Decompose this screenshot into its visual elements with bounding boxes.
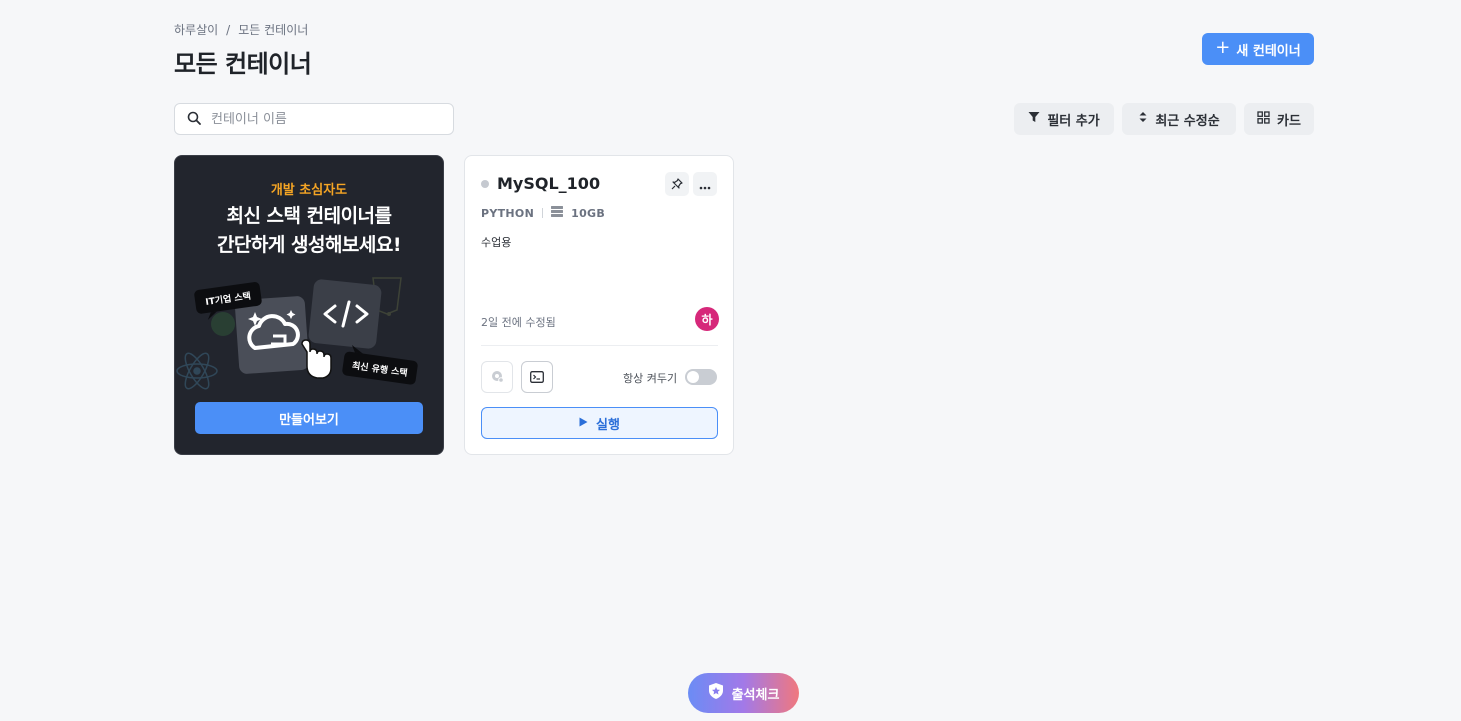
sort-icon xyxy=(1138,111,1148,127)
search-input[interactable] xyxy=(211,111,431,127)
filter-label: 필터 추가 xyxy=(1047,113,1100,129)
filter-icon xyxy=(1028,111,1040,127)
container-card[interactable]: MySQL_100 PYTHON 10GB 수업용 2일 전에 수정됨 하 항상… xyxy=(464,155,734,455)
always-on-label: 항상 켜두기 xyxy=(623,372,678,385)
new-container-label: 새 컨테이너 xyxy=(1236,43,1301,59)
always-on-toggle[interactable] xyxy=(685,369,717,385)
card-meta: PYTHON 10GB xyxy=(481,206,605,220)
latest-stack-tag: 최신 유행 스택 xyxy=(342,345,418,385)
promo-illustration: IT기업 스택 최신 유행 스택 xyxy=(176,277,418,390)
storage-icon xyxy=(551,206,564,220)
shield-star-icon xyxy=(708,682,724,704)
breadcrumb: 하루살이 / 모든 컨테이너 xyxy=(174,21,308,38)
stack-label: PYTHON xyxy=(481,206,535,220)
grid-icon xyxy=(1257,110,1270,128)
promo-eyebrow: 개발 초심자도 xyxy=(270,183,348,198)
react-logo-icon xyxy=(176,352,218,390)
storage-size: 10GB xyxy=(571,206,606,220)
container-description: 수업용 xyxy=(481,236,512,249)
run-button[interactable]: 실행 xyxy=(481,407,718,439)
breadcrumb-separator: / xyxy=(226,22,231,37)
checkin-label: 출석체크 xyxy=(731,687,780,703)
updated-time: 2일 전에 수정됨 xyxy=(481,316,556,329)
search-box[interactable] xyxy=(174,103,454,135)
breadcrumb-current: 모든 컨테이너 xyxy=(238,23,309,37)
sort-button[interactable]: 최근 수정순 xyxy=(1122,103,1236,135)
promo-title: 최신 스택 컨테이너를 간단하게 생성해보세요! xyxy=(175,202,443,260)
view-mode-button[interactable]: 카드 xyxy=(1244,103,1314,135)
pin-button[interactable] xyxy=(665,172,689,196)
meta-divider xyxy=(542,208,544,218)
promo-title-line1: 최신 스택 컨테이너를 xyxy=(226,205,392,227)
attendance-check-button[interactable]: 출석체크 xyxy=(688,673,799,713)
container-name[interactable]: MySQL_100 xyxy=(497,174,600,193)
more-icon xyxy=(699,175,711,194)
settings-button[interactable] xyxy=(481,361,513,393)
card-divider xyxy=(481,345,718,346)
page-title: 모든 컨테이너 xyxy=(174,50,312,78)
play-icon xyxy=(579,416,588,431)
gear-icon xyxy=(490,368,504,387)
plus-icon: + xyxy=(1215,37,1231,58)
run-label: 실행 xyxy=(596,417,620,433)
add-filter-button[interactable]: 필터 추가 xyxy=(1014,103,1114,135)
promo-card: 개발 초심자도 최신 스택 컨테이너를 간단하게 생성해보세요! IT기업 스택… xyxy=(174,155,444,455)
owner-avatar: 하 xyxy=(695,307,719,331)
terminal-icon xyxy=(530,368,544,387)
terminal-button[interactable] xyxy=(521,361,553,393)
view-label: 카드 xyxy=(1277,113,1301,129)
hand-cursor-icon xyxy=(301,339,332,379)
breadcrumb-root[interactable]: 하루살이 xyxy=(174,21,218,38)
more-button[interactable] xyxy=(693,172,717,196)
new-container-button[interactable]: + 새 컨테이너 xyxy=(1202,33,1314,65)
promo-create-button[interactable]: 만들어보기 xyxy=(195,402,423,434)
card-header: MySQL_100 xyxy=(481,174,600,193)
toggle-knob xyxy=(687,371,699,383)
search-icon xyxy=(187,110,201,129)
status-dot-icon xyxy=(481,179,489,188)
code-tile-icon xyxy=(308,279,382,349)
node-logo-icon xyxy=(211,312,235,336)
promo-title-line2: 간단하게 생성해보세요! xyxy=(216,234,402,256)
sort-label: 최근 수정순 xyxy=(1155,113,1220,129)
pin-icon xyxy=(671,175,683,194)
